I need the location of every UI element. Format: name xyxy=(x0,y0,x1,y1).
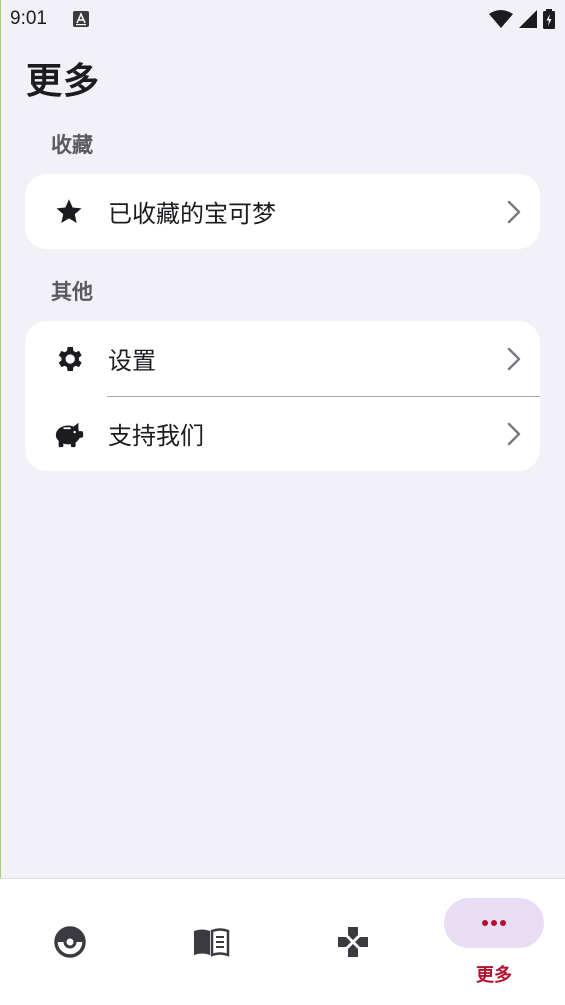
favorited-pokemon-label: 已收藏的宝可梦 xyxy=(108,200,276,228)
nav-item-pokedex[interactable] xyxy=(0,879,140,1005)
nav-item-games[interactable] xyxy=(283,879,423,1005)
section-label-favorites: 收藏 xyxy=(51,133,93,157)
support-us-label: 支持我们 xyxy=(108,422,204,450)
chevron-right-icon xyxy=(507,422,521,445)
gamepad-icon xyxy=(338,927,368,957)
cell-signal-icon xyxy=(519,10,537,28)
chevron-right-icon xyxy=(507,200,521,223)
settings-item[interactable]: 设置 xyxy=(25,321,540,396)
status-bar: 9:01 xyxy=(0,0,565,38)
gear-icon xyxy=(53,343,85,375)
battery-charging-icon xyxy=(543,9,555,29)
settings-label: 设置 xyxy=(108,347,156,375)
favorited-pokemon-item[interactable]: 已收藏的宝可梦 xyxy=(25,174,540,249)
bottom-nav: 更多 xyxy=(0,878,565,1005)
other-card: 设置 支持我们 xyxy=(25,321,540,471)
nav-label-more: 更多 xyxy=(476,965,512,986)
chevron-right-icon xyxy=(507,347,521,370)
star-icon xyxy=(53,196,85,228)
more-horizontal-icon xyxy=(482,920,506,926)
piggy-bank-icon xyxy=(53,418,85,450)
status-time: 9:01 xyxy=(10,8,47,29)
nav-item-guide[interactable] xyxy=(141,879,281,1005)
pokeball-icon xyxy=(54,926,86,958)
wifi-icon xyxy=(489,10,513,28)
window-edge xyxy=(0,0,1,878)
support-us-item[interactable]: 支持我们 xyxy=(25,396,540,471)
favorites-card: 已收藏的宝可梦 xyxy=(25,174,540,249)
text-format-icon xyxy=(73,11,89,27)
system-icons xyxy=(489,9,555,29)
section-label-other: 其他 xyxy=(51,280,93,304)
book-icon xyxy=(194,928,230,957)
page-title: 更多 xyxy=(26,61,101,102)
